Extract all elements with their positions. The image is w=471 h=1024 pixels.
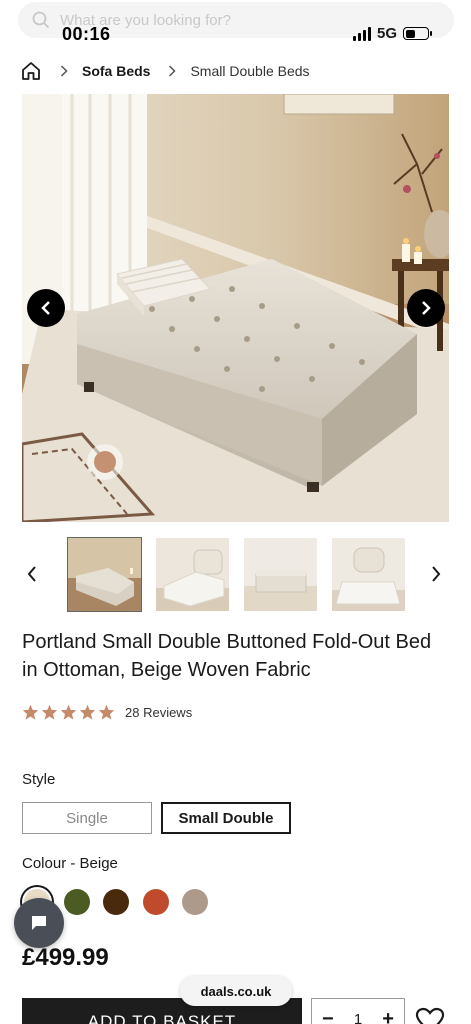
quantity-value[interactable]: 1 [354,1011,362,1024]
breadcrumb-sofa-beds[interactable]: Sofa Beds [82,63,150,79]
star-icon [22,704,39,720]
thumbnail-4[interactable] [332,538,405,611]
hero-prev-button[interactable] [27,289,65,327]
thumbnail-prev-button[interactable] [20,562,44,586]
chat-bubble-icon [32,916,46,930]
quantity-increase-button[interactable]: + [382,1009,394,1024]
chevron-left-icon [27,566,36,582]
thumbnail-2[interactable] [156,538,229,611]
chevron-right-icon [432,566,441,582]
product-price: £499.99 [22,944,109,971]
breadcrumb: Sofa Beds Small Double Beds [20,58,310,84]
battery-icon [403,27,432,40]
style-option-small-double[interactable]: Small Double [161,802,291,834]
product-rating[interactable]: 28 Reviews [22,704,192,720]
quantity-decrease-button[interactable]: − [322,1009,334,1024]
star-icon [60,704,77,720]
colour-swatch-brown[interactable] [103,889,129,915]
colour-swatch-green[interactable] [64,889,90,915]
browser-url-bar[interactable]: daals.co.uk [180,976,292,1006]
image-hotspot[interactable] [87,444,123,480]
product-main-image[interactable] [22,94,449,522]
star-icon [79,704,96,720]
chat-button[interactable] [14,898,64,948]
star-icon [41,704,58,720]
style-label: Style [22,771,56,788]
chevron-right-icon [422,301,431,315]
star-icon [98,704,115,720]
status-bar: What are you looking for? 00:16 5G [0,0,471,52]
thumbnail-next-button[interactable] [424,562,448,586]
star-rating [22,704,115,720]
thumbnail-3[interactable] [244,538,317,611]
breadcrumb-current: Small Double Beds [190,63,310,79]
colour-swatch-rust[interactable] [143,889,169,915]
colour-swatch-taupe[interactable] [182,889,208,915]
ottoman-bed-photo [22,94,449,522]
home-icon[interactable] [20,60,42,82]
reviews-link[interactable]: 28 Reviews [125,705,192,720]
colour-label: Colour - Beige [22,855,118,872]
style-option-single[interactable]: Single [22,802,152,834]
wishlist-button[interactable] [414,1004,446,1024]
chevron-right-icon [60,65,68,77]
heart-icon [415,1007,445,1024]
chevron-right-icon [168,65,177,77]
chevron-left-icon [41,301,50,315]
search-icon [32,11,50,29]
network-label: 5G [376,25,397,42]
signal-icon [352,26,371,41]
thumbnail-1[interactable] [67,537,142,612]
quantity-stepper: − 1 + [311,998,405,1024]
status-time: 00:16 [62,24,111,44]
product-title: Portland Small Double Buttoned Fold-Out … [22,631,432,681]
status-indicators: 5G [352,25,432,42]
thumbnail-carousel [0,537,471,612]
hero-next-button[interactable] [407,289,445,327]
